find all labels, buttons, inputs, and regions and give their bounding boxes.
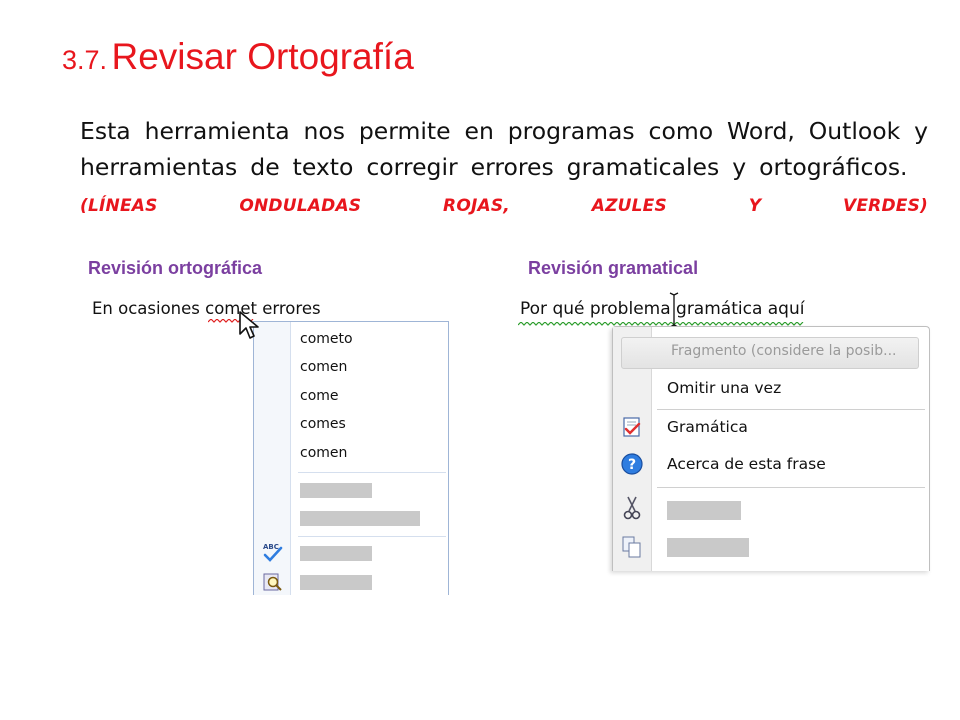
body-paragraph: Esta herramienta nos permite en programa…	[80, 113, 928, 224]
spelling-sample-sentence: En ocasiones comet errores	[92, 299, 321, 318]
lookup-icon	[263, 573, 282, 591]
svg-text:?: ?	[628, 457, 636, 473]
redacted-menu-item[interactable]	[300, 483, 372, 498]
help-question-icon: ?	[621, 453, 643, 475]
slide-title: 3.7. Revisar Ortografía	[62, 36, 414, 78]
suggestion-item[interactable]: come	[300, 388, 339, 404]
spelling-context-menu: cometo comen come comes comen ABC	[253, 321, 449, 595]
redacted-menu-item[interactable]	[300, 575, 372, 590]
ignore-once-item[interactable]: Omitir una vez	[667, 379, 781, 397]
grammar-check-icon	[623, 417, 641, 437]
menu-separator	[657, 409, 925, 410]
menu-separator	[657, 487, 925, 488]
paragraph-note: (LÍNEAS ONDULADAS ROJAS, AZULES Y VERDES…	[80, 196, 928, 216]
about-sentence-item[interactable]: Acerca de esta frase	[667, 455, 826, 473]
redacted-menu-item[interactable]	[667, 501, 741, 520]
suggestion-item[interactable]: comes	[300, 416, 346, 432]
scissors-icon	[623, 496, 641, 520]
grammar-sample-sentence: Por qué problema gramática aquí	[520, 299, 805, 319]
caption-grammar: Revisión gramatical	[528, 258, 699, 278]
menu-separator	[298, 472, 446, 473]
redacted-menu-item[interactable]	[667, 538, 749, 557]
copy-icon	[622, 536, 641, 558]
svg-text:ABC: ABC	[263, 543, 279, 551]
grammar-context-menu: Fragmento (considere la posib... Omitir …	[612, 326, 930, 571]
caption-spelling: Revisión ortográfica	[88, 258, 263, 278]
suggestion-item[interactable]: cometo	[300, 331, 353, 347]
fragment-suggestion-label: Fragmento (considere la posib...	[671, 343, 897, 359]
redacted-menu-item[interactable]	[300, 511, 420, 526]
menu-separator	[298, 536, 446, 537]
grammar-item[interactable]: Gramática	[667, 418, 748, 436]
title-number: 3.7.	[62, 45, 108, 75]
redacted-menu-item[interactable]	[300, 546, 372, 561]
title-text: Revisar Ortografía	[111, 36, 414, 77]
grammar-screenshot: Por qué problema gramática aquí Fragment…	[516, 290, 930, 571]
text-cursor-icon	[669, 292, 679, 328]
paragraph-text: Esta herramienta nos permite en programa…	[80, 117, 928, 181]
spellcheck-abc-icon: ABC	[263, 543, 283, 562]
suggestion-item[interactable]: comen	[300, 445, 347, 461]
spelling-screenshot: En ocasiones comet errores cometo comen …	[88, 292, 449, 595]
mouse-pointer-icon	[239, 311, 259, 339]
suggestion-item[interactable]: comen	[300, 359, 347, 375]
